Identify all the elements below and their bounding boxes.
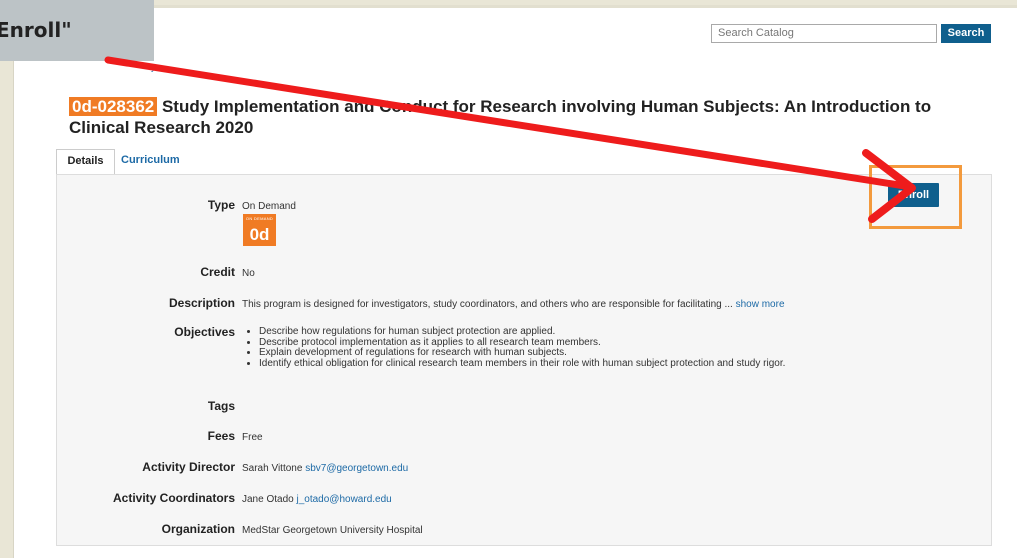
annotation-arrow-icon	[104, 56, 916, 223]
